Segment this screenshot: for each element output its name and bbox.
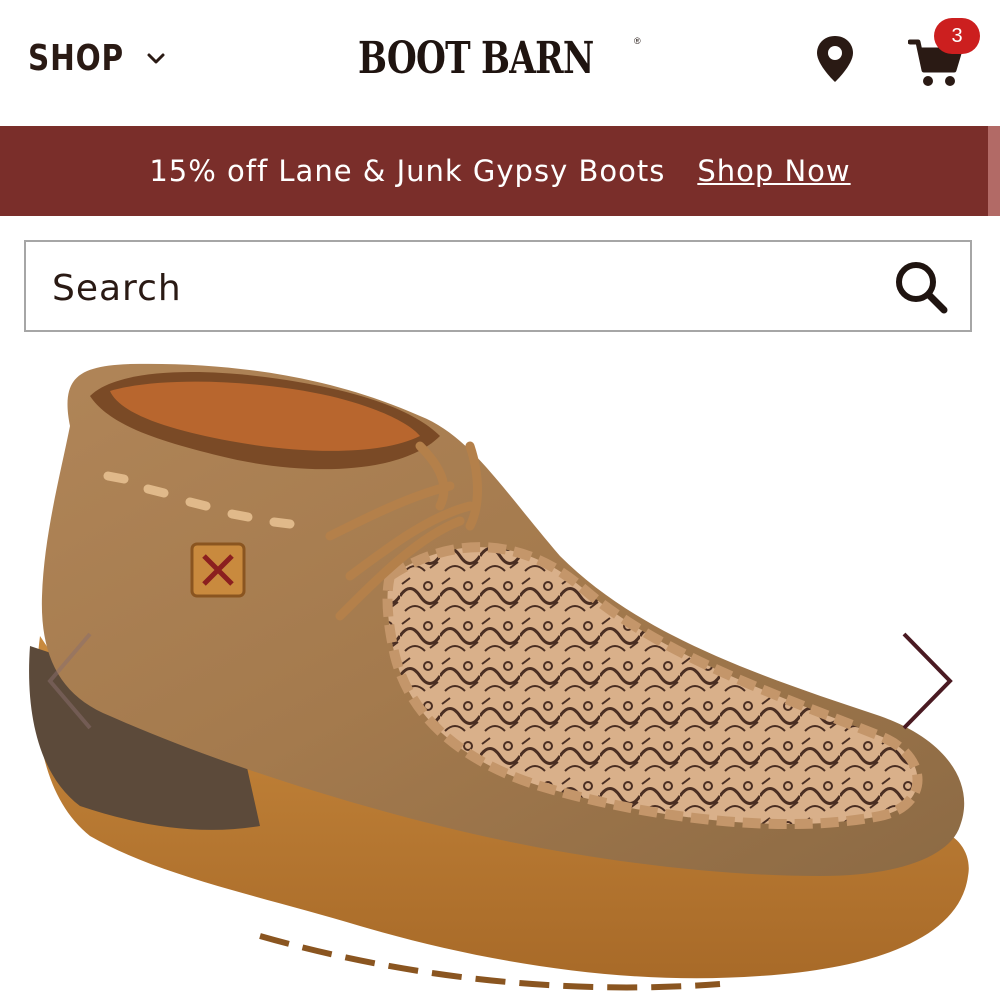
shop-menu-label: SHOP bbox=[28, 38, 124, 79]
search-input[interactable] bbox=[50, 260, 874, 316]
scrollbar[interactable] bbox=[988, 126, 1000, 216]
product-image-carousel[interactable] bbox=[0, 336, 1000, 1000]
chevron-left-icon[interactable] bbox=[40, 626, 100, 736]
shop-menu-button[interactable]: SHOP bbox=[28, 38, 168, 79]
search-bar bbox=[24, 240, 972, 332]
logo-registered-mark: ® bbox=[634, 36, 641, 46]
promo-banner: 15% off Lane & Junk Gypsy Boots Shop Now bbox=[0, 126, 1000, 216]
chevron-down-icon bbox=[147, 53, 165, 63]
cart-button[interactable]: 3 bbox=[902, 18, 980, 90]
boot-barn-logo[interactable]: BOOT BARN ® bbox=[358, 30, 642, 86]
shop-now-link[interactable]: Shop Now bbox=[697, 154, 850, 188]
search-icon[interactable] bbox=[892, 258, 950, 316]
site-header: SHOP BOOT BARN ® 3 bbox=[0, 0, 1000, 126]
promo-text: 15% off Lane & Junk Gypsy Boots bbox=[149, 154, 666, 188]
cart-count-badge: 3 bbox=[934, 18, 980, 54]
page: SHOP BOOT BARN ® 3 15% off Lane & Junk G… bbox=[0, 0, 1000, 1000]
product-image bbox=[29, 363, 969, 991]
location-pin-icon[interactable] bbox=[812, 34, 858, 84]
chevron-right-icon[interactable] bbox=[892, 626, 962, 736]
logo-text: BOOT BARN bbox=[358, 32, 594, 84]
